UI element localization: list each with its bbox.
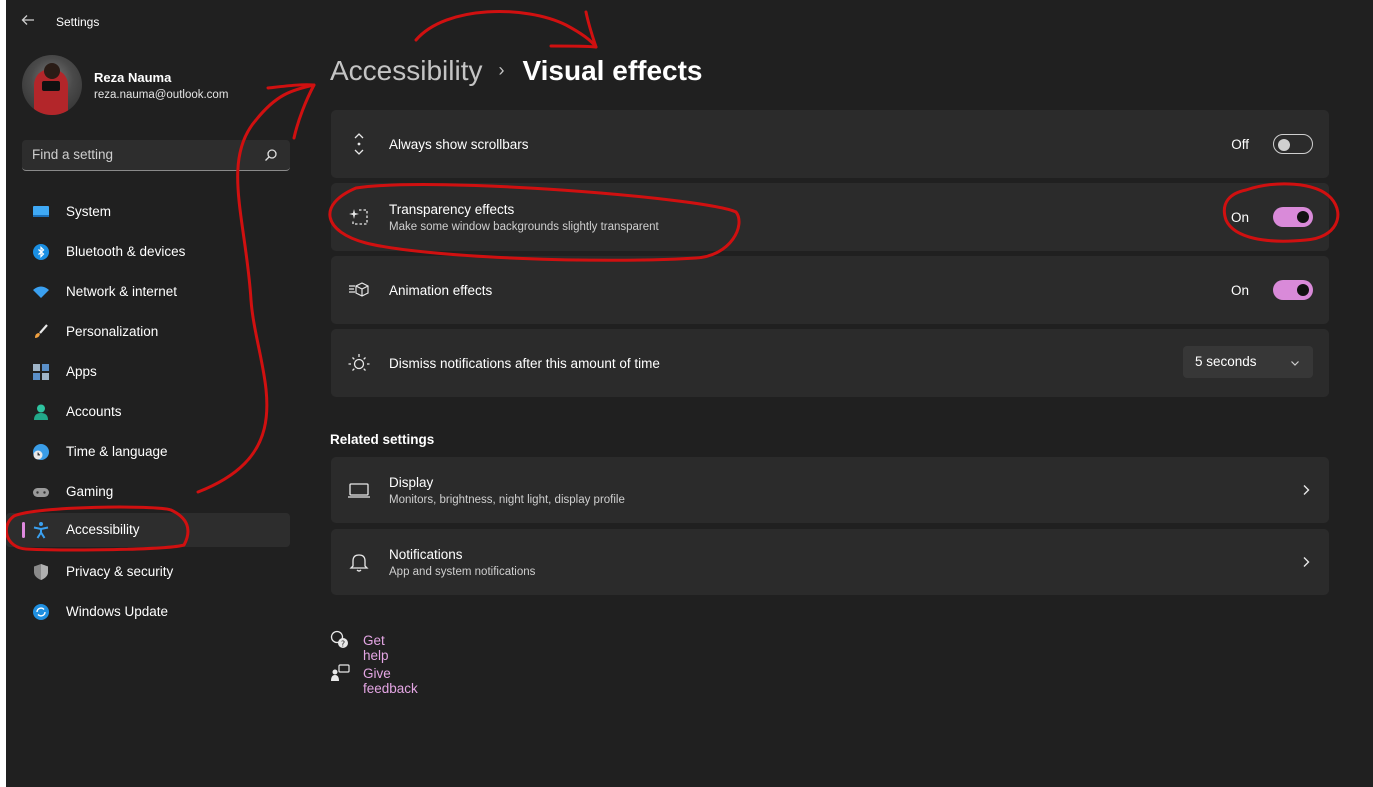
gamepad-icon <box>32 483 50 501</box>
setting-title: Always show scrollbars <box>389 137 529 152</box>
related-notifications-link[interactable]: Notifications App and system notificatio… <box>331 529 1329 595</box>
sun-timer-icon <box>347 351 371 375</box>
give-feedback-label: Give feedback <box>363 666 418 696</box>
dismiss-time-dropdown[interactable]: 5 seconds <box>1183 346 1313 378</box>
page-title: Visual effects <box>522 55 703 86</box>
chevron-right-icon <box>1299 483 1313 497</box>
sidebar-item-system[interactable]: System <box>6 195 290 229</box>
toggle-state-label: Off <box>1231 137 1249 152</box>
animation-cube-icon <box>347 278 371 302</box>
sidebar-item-gaming[interactable]: Gaming <box>6 475 290 509</box>
avatar[interactable] <box>22 55 82 115</box>
chevron-down-icon <box>1289 356 1301 368</box>
setting-title: Transparency effects <box>389 202 515 217</box>
help-icon: ? <box>330 630 350 650</box>
related-settings-heading: Related settings <box>330 432 435 447</box>
account-icon <box>32 403 50 421</box>
scrollbar-arrows-icon <box>347 132 371 156</box>
sidebar-item-bluetooth[interactable]: Bluetooth & devices <box>6 235 290 269</box>
settings-window: Settings Reza Nauma reza.nauma@outlook.c… <box>6 0 1373 787</box>
setting-transparency: Transparency effects Make some window ba… <box>331 183 1329 251</box>
brush-icon <box>32 323 50 341</box>
related-display-link[interactable]: Display Monitors, brightness, night ligh… <box>331 457 1329 523</box>
sidebar-item-label: System <box>66 204 112 219</box>
bluetooth-icon <box>32 243 50 261</box>
search-box[interactable]: Find a setting <box>22 140 290 171</box>
annotation-arrowhead-left <box>266 83 316 140</box>
sidebar-item-personalization[interactable]: Personalization <box>6 315 290 349</box>
toggle-state-label: On <box>1230 283 1249 298</box>
breadcrumb: Accessibility › Visual effects <box>330 55 703 95</box>
wifi-icon <box>32 283 50 301</box>
setting-scrollbars: Always show scrollbars Off <box>331 110 1329 178</box>
sidebar-item-label: Accessibility <box>66 522 140 537</box>
transparency-toggle[interactable] <box>1273 207 1313 227</box>
sidebar-item-label: Time & language <box>66 444 168 459</box>
sidebar-item-label: Accounts <box>66 404 122 419</box>
sidebar-item-label: Privacy & security <box>66 564 174 579</box>
animation-toggle[interactable] <box>1273 280 1313 300</box>
apps-icon <box>32 363 50 381</box>
app-title: Settings <box>56 15 100 29</box>
user-email: reza.nauma@outlook.com <box>94 89 229 101</box>
related-title: Notifications <box>389 547 463 562</box>
sidebar-item-apps[interactable]: Apps <box>6 355 290 389</box>
setting-title: Animation effects <box>389 283 493 298</box>
sidebar-item-accounts[interactable]: Accounts <box>6 395 290 429</box>
back-arrow-icon[interactable] <box>20 12 42 32</box>
user-name: Reza Nauma <box>94 70 172 85</box>
setting-title: Dismiss notifications after this amount … <box>389 356 660 371</box>
monitor-icon <box>347 478 371 502</box>
setting-animation: Animation effects On <box>331 256 1329 324</box>
search-icon[interactable] <box>264 148 278 162</box>
sidebar-item-label: Personalization <box>66 324 159 339</box>
update-icon <box>32 603 50 621</box>
setting-dismiss-notifications: Dismiss notifications after this amount … <box>331 329 1329 397</box>
sidebar-item-time-language[interactable]: Time & language <box>6 435 290 469</box>
bell-icon <box>347 550 371 574</box>
setting-subtitle: Make some window backgrounds slightly tr… <box>389 221 659 233</box>
accessibility-icon <box>32 521 50 539</box>
sidebar-item-label: Gaming <box>66 484 114 499</box>
dropdown-value: 5 seconds <box>1195 354 1257 369</box>
breadcrumb-separator: › <box>498 60 505 80</box>
system-icon <box>32 203 50 221</box>
breadcrumb-parent[interactable]: Accessibility <box>330 55 482 86</box>
sidebar-item-privacy[interactable]: Privacy & security <box>6 555 290 589</box>
sidebar-item-label: Bluetooth & devices <box>66 244 186 259</box>
chevron-right-icon <box>1299 555 1313 569</box>
search-input[interactable]: Find a setting <box>32 147 113 162</box>
active-indicator <box>22 522 25 538</box>
feedback-icon <box>330 663 350 683</box>
toggle-state-label: On <box>1230 210 1249 225</box>
sidebar-item-label: Windows Update <box>66 604 169 619</box>
related-subtitle: App and system notifications <box>389 566 536 578</box>
sidebar-item-label: Apps <box>66 364 97 379</box>
globe-clock-icon <box>32 443 50 461</box>
sidebar-item-windows-update[interactable]: Windows Update <box>6 595 290 629</box>
shield-icon <box>32 563 50 581</box>
sidebar-item-network[interactable]: Network & internet <box>6 275 290 309</box>
get-help-label: Get help <box>363 633 389 663</box>
related-title: Display <box>389 475 434 490</box>
scrollbars-toggle[interactable] <box>1273 134 1313 154</box>
related-subtitle: Monitors, brightness, night light, displ… <box>389 494 625 506</box>
transparency-sparkle-icon <box>347 205 371 229</box>
title-bar: Settings <box>6 0 1373 44</box>
sidebar-item-accessibility[interactable]: Accessibility <box>6 513 290 547</box>
sidebar-item-label: Network & internet <box>66 284 178 299</box>
svg-text:?: ? <box>341 640 345 649</box>
